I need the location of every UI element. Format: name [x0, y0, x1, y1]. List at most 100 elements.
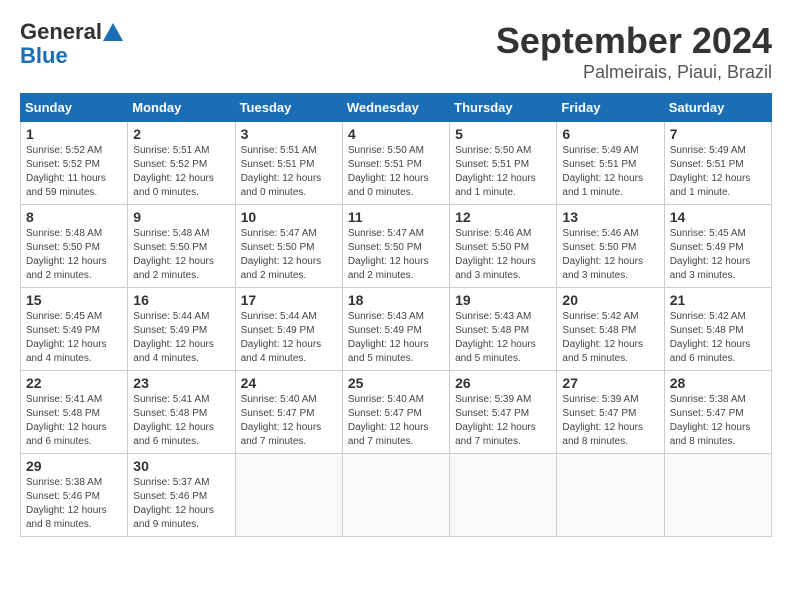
day-number: 12 — [455, 209, 551, 225]
weekday-header-row: SundayMondayTuesdayWednesdayThursdayFrid… — [21, 94, 772, 122]
day-number: 10 — [241, 209, 337, 225]
day-info: Sunrise: 5:45 AM Sunset: 5:49 PM Dayligh… — [26, 310, 122, 366]
day-info: Sunrise: 5:45 AM Sunset: 5:49 PM Dayligh… — [670, 227, 766, 283]
day-number: 7 — [670, 126, 766, 142]
calendar-cell: 3 Sunrise: 5:51 AM Sunset: 5:51 PM Daylig… — [235, 122, 342, 205]
weekday-header-wednesday: Wednesday — [342, 94, 449, 122]
day-number: 2 — [133, 126, 229, 142]
day-number: 3 — [241, 126, 337, 142]
day-number: 13 — [562, 209, 658, 225]
day-info: Sunrise: 5:43 AM Sunset: 5:49 PM Dayligh… — [348, 310, 444, 366]
weekday-header-friday: Friday — [557, 94, 664, 122]
logo-bird-icon — [103, 23, 123, 41]
day-number: 19 — [455, 292, 551, 308]
day-number: 1 — [26, 126, 122, 142]
day-number: 24 — [241, 375, 337, 391]
weekday-header-tuesday: Tuesday — [235, 94, 342, 122]
day-info: Sunrise: 5:51 AM Sunset: 5:51 PM Dayligh… — [241, 144, 337, 200]
calendar-cell — [450, 454, 557, 537]
day-info: Sunrise: 5:46 AM Sunset: 5:50 PM Dayligh… — [562, 227, 658, 283]
weekday-header-monday: Monday — [128, 94, 235, 122]
day-info: Sunrise: 5:39 AM Sunset: 5:47 PM Dayligh… — [562, 393, 658, 449]
day-number: 4 — [348, 126, 444, 142]
calendar-cell: 28 Sunrise: 5:38 AM Sunset: 5:47 PM Dayli… — [664, 371, 771, 454]
weekday-header-saturday: Saturday — [664, 94, 771, 122]
calendar-cell: 1 Sunrise: 5:52 AM Sunset: 5:52 PM Daylig… — [21, 122, 128, 205]
calendar-week-row: 1 Sunrise: 5:52 AM Sunset: 5:52 PM Daylig… — [21, 122, 772, 205]
day-info: Sunrise: 5:42 AM Sunset: 5:48 PM Dayligh… — [670, 310, 766, 366]
calendar-cell: 21 Sunrise: 5:42 AM Sunset: 5:48 PM Dayli… — [664, 288, 771, 371]
location-title: Palmeirais, Piaui, Brazil — [496, 62, 772, 83]
calendar-cell: 6 Sunrise: 5:49 AM Sunset: 5:51 PM Daylig… — [557, 122, 664, 205]
calendar-cell: 17 Sunrise: 5:44 AM Sunset: 5:49 PM Dayli… — [235, 288, 342, 371]
calendar-week-row: 29 Sunrise: 5:38 AM Sunset: 5:46 PM Dayli… — [21, 454, 772, 537]
day-number: 17 — [241, 292, 337, 308]
weekday-header-sunday: Sunday — [21, 94, 128, 122]
day-number: 5 — [455, 126, 551, 142]
day-number: 6 — [562, 126, 658, 142]
day-info: Sunrise: 5:49 AM Sunset: 5:51 PM Dayligh… — [562, 144, 658, 200]
calendar-cell: 24 Sunrise: 5:40 AM Sunset: 5:47 PM Dayli… — [235, 371, 342, 454]
day-info: Sunrise: 5:38 AM Sunset: 5:46 PM Dayligh… — [26, 476, 122, 532]
day-info: Sunrise: 5:44 AM Sunset: 5:49 PM Dayligh… — [133, 310, 229, 366]
calendar-cell: 29 Sunrise: 5:38 AM Sunset: 5:46 PM Dayli… — [21, 454, 128, 537]
day-number: 23 — [133, 375, 229, 391]
logo-blue: Blue — [20, 44, 68, 68]
calendar-cell — [235, 454, 342, 537]
calendar-cell — [664, 454, 771, 537]
day-number: 25 — [348, 375, 444, 391]
day-info: Sunrise: 5:52 AM Sunset: 5:52 PM Dayligh… — [26, 144, 122, 200]
weekday-header-thursday: Thursday — [450, 94, 557, 122]
day-info: Sunrise: 5:44 AM Sunset: 5:49 PM Dayligh… — [241, 310, 337, 366]
day-info: Sunrise: 5:47 AM Sunset: 5:50 PM Dayligh… — [348, 227, 444, 283]
day-info: Sunrise: 5:50 AM Sunset: 5:51 PM Dayligh… — [455, 144, 551, 200]
calendar-cell — [557, 454, 664, 537]
day-info: Sunrise: 5:43 AM Sunset: 5:48 PM Dayligh… — [455, 310, 551, 366]
day-info: Sunrise: 5:47 AM Sunset: 5:50 PM Dayligh… — [241, 227, 337, 283]
calendar-cell: 10 Sunrise: 5:47 AM Sunset: 5:50 PM Dayli… — [235, 205, 342, 288]
day-info: Sunrise: 5:39 AM Sunset: 5:47 PM Dayligh… — [455, 393, 551, 449]
day-number: 22 — [26, 375, 122, 391]
day-info: Sunrise: 5:40 AM Sunset: 5:47 PM Dayligh… — [241, 393, 337, 449]
calendar-week-row: 8Sunrise: 5:48 AM Sunset: 5:50 PM Daylig… — [21, 205, 772, 288]
calendar-cell: 12 Sunrise: 5:46 AM Sunset: 5:50 PM Dayli… — [450, 205, 557, 288]
day-number: 15 — [26, 292, 122, 308]
day-number: 29 — [26, 458, 122, 474]
day-number: 11 — [348, 209, 444, 225]
day-info: Sunrise: 5:46 AM Sunset: 5:50 PM Dayligh… — [455, 227, 551, 283]
day-info: Sunrise: 5:37 AM Sunset: 5:46 PM Dayligh… — [133, 476, 229, 532]
calendar-cell: 4Sunrise: 5:50 AM Sunset: 5:51 PM Daylig… — [342, 122, 449, 205]
calendar-cell: 19 Sunrise: 5:43 AM Sunset: 5:48 PM Dayli… — [450, 288, 557, 371]
calendar-cell: 9 Sunrise: 5:48 AM Sunset: 5:50 PM Daylig… — [128, 205, 235, 288]
day-info: Sunrise: 5:41 AM Sunset: 5:48 PM Dayligh… — [133, 393, 229, 449]
day-number: 20 — [562, 292, 658, 308]
title-area: September 2024 Palmeirais, Piaui, Brazil — [496, 20, 772, 83]
calendar-week-row: 15 Sunrise: 5:45 AM Sunset: 5:49 PM Dayli… — [21, 288, 772, 371]
day-info: Sunrise: 5:48 AM Sunset: 5:50 PM Dayligh… — [133, 227, 229, 283]
day-info: Sunrise: 5:51 AM Sunset: 5:52 PM Dayligh… — [133, 144, 229, 200]
calendar-cell: 16 Sunrise: 5:44 AM Sunset: 5:49 PM Dayli… — [128, 288, 235, 371]
logo: General Blue — [20, 20, 123, 68]
calendar-cell: 7Sunrise: 5:49 AM Sunset: 5:51 PM Daylig… — [664, 122, 771, 205]
calendar-cell: 23 Sunrise: 5:41 AM Sunset: 5:48 PM Dayli… — [128, 371, 235, 454]
page-header: General Blue September 2024 Palmeirais, … — [20, 20, 772, 83]
calendar-cell: 20Sunrise: 5:42 AM Sunset: 5:48 PM Dayli… — [557, 288, 664, 371]
day-number: 21 — [670, 292, 766, 308]
calendar-cell: 15 Sunrise: 5:45 AM Sunset: 5:49 PM Dayli… — [21, 288, 128, 371]
day-number: 16 — [133, 292, 229, 308]
day-info: Sunrise: 5:38 AM Sunset: 5:47 PM Dayligh… — [670, 393, 766, 449]
calendar-cell: 27 Sunrise: 5:39 AM Sunset: 5:47 PM Dayli… — [557, 371, 664, 454]
calendar-cell: 5 Sunrise: 5:50 AM Sunset: 5:51 PM Daylig… — [450, 122, 557, 205]
day-number: 18 — [348, 292, 444, 308]
day-number: 28 — [670, 375, 766, 391]
day-number: 30 — [133, 458, 229, 474]
calendar-cell: 18 Sunrise: 5:43 AM Sunset: 5:49 PM Dayli… — [342, 288, 449, 371]
day-number: 27 — [562, 375, 658, 391]
day-info: Sunrise: 5:48 AM Sunset: 5:50 PM Dayligh… — [26, 227, 122, 283]
calendar-cell: 14Sunrise: 5:45 AM Sunset: 5:49 PM Dayli… — [664, 205, 771, 288]
day-info: Sunrise: 5:41 AM Sunset: 5:48 PM Dayligh… — [26, 393, 122, 449]
day-number: 9 — [133, 209, 229, 225]
calendar-cell: 13 Sunrise: 5:46 AM Sunset: 5:50 PM Dayli… — [557, 205, 664, 288]
month-title: September 2024 — [496, 20, 772, 62]
calendar-cell: 8Sunrise: 5:48 AM Sunset: 5:50 PM Daylig… — [21, 205, 128, 288]
